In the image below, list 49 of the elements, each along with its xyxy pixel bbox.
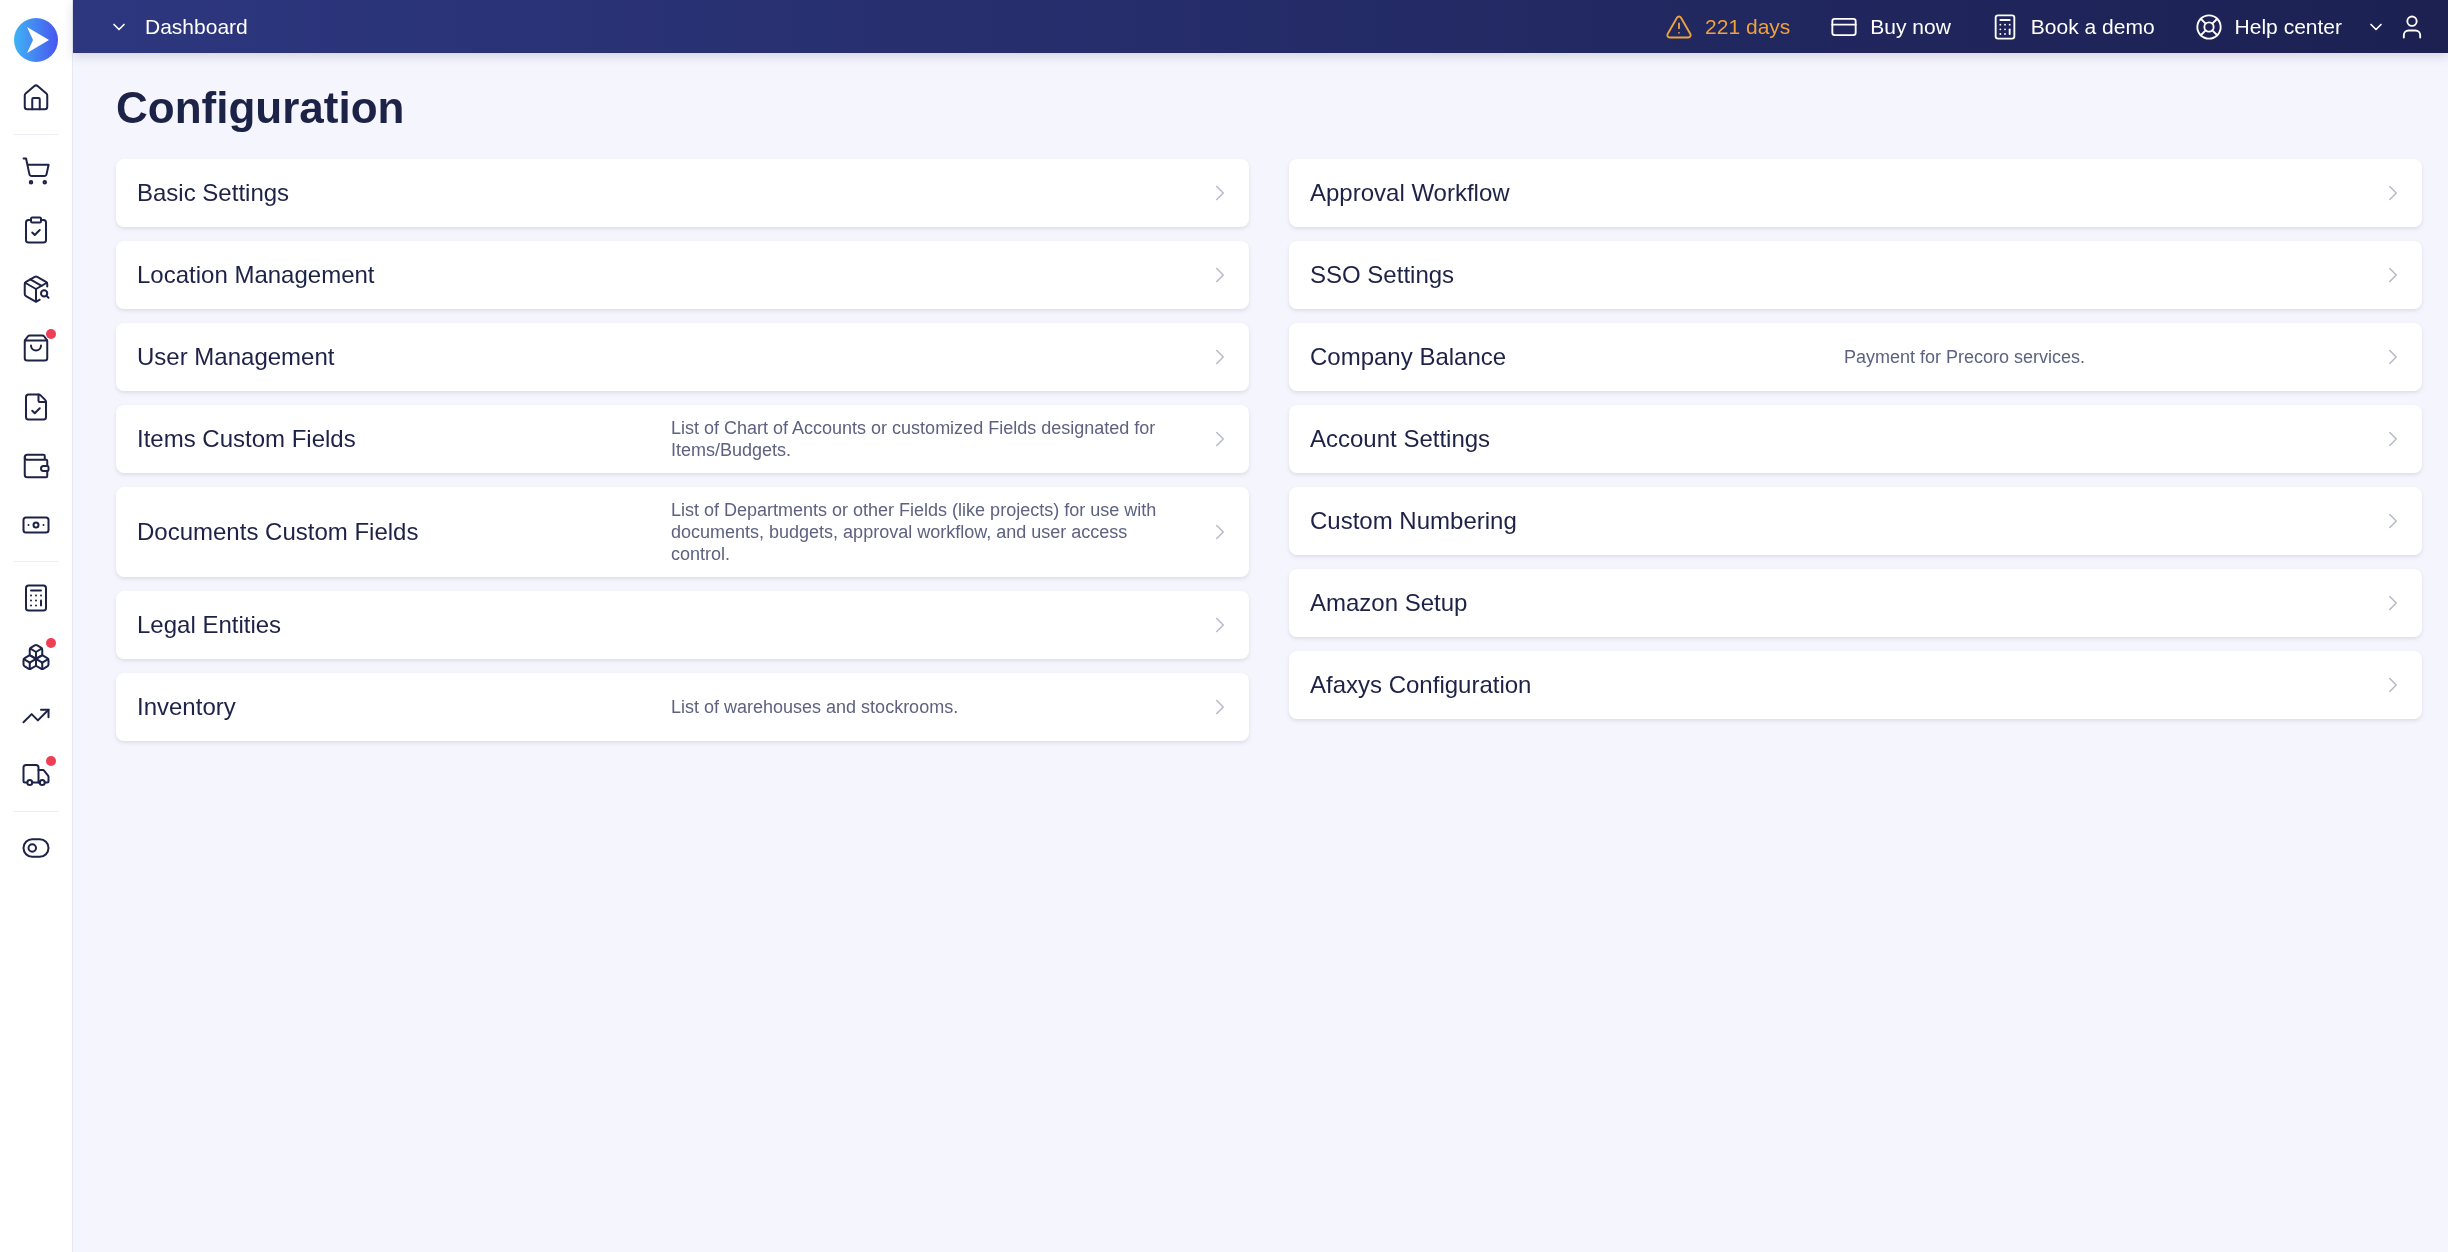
settings-card[interactable]: Legal Entities [116,591,1249,659]
settings-card[interactable]: Account Settings [1289,405,2422,473]
cart-icon [21,156,51,186]
card-title: Location Management [137,261,376,289]
page-title: Configuration [116,83,406,133]
settings-card[interactable]: Company Balance Payment for Precoro services. [1289,323,2422,391]
card-title: Amazon Setup [1310,589,1469,617]
card-title: Approval Workflow [1310,179,1511,207]
boxes-icon [21,642,51,672]
card-title: Afaxys Configuration [1310,671,1533,699]
top-bar-link[interactable]: Help center [2194,12,2342,41]
settings-card[interactable]: Basic Settings [116,159,1249,227]
bag-icon [21,333,51,363]
card-description: List of warehouses and stockrooms. [671,696,960,718]
settings-card[interactable]: Afaxys Configuration [1289,651,2422,719]
card-title: Items Custom Fields [137,425,357,453]
home-icon [21,83,51,113]
top-bar-link[interactable]: Book a demo [1990,12,2155,41]
settings-card[interactable]: Location Management [116,241,1249,309]
notification-dot [46,638,56,648]
settings-card[interactable]: Custom Numbering [1289,487,2422,555]
settings-card[interactable]: Items Custom Fields List of Chart of Accounts or customized Fields designated for Items/Budgets. [116,405,1249,473]
card-description: List of Departments or other Fields (like projects) for use with documents, budgets, approval workflow, and user access control. [671,499,1158,565]
card-description: Payment for Precoro services. [1844,346,2087,368]
card-title: Legal Entities [137,611,283,639]
card-title: Inventory [137,693,237,721]
card-description: List of Chart of Accounts or customized Fields designated for Items/Budgets. [671,417,1157,461]
card-title: Documents Custom Fields [137,518,420,546]
card-title: Account Settings [1310,425,1492,453]
lifebuoy-icon [2194,12,2223,41]
settings-card[interactable]: User Management [116,323,1249,391]
card-title: Custom Numbering [1310,507,1518,535]
settings-card[interactable]: Approval Workflow [1289,159,2422,227]
settings-card[interactable]: SSO Settings [1289,241,2422,309]
package-search-icon [21,274,51,304]
logo[interactable] [14,18,58,62]
top-bar-link[interactable]: Buy now [1830,12,1951,41]
card-title: Basic Settings [137,179,291,207]
notification-dot [46,756,56,766]
card-title: SSO Settings [1310,261,1456,289]
wallet-icon [21,451,51,481]
settings-card[interactable]: Documents Custom Fields List of Departments or other Fields (like projects) for use with documents, budgets, approval workflow, and user access control. [116,487,1249,577]
settings-card[interactable]: Inventory List of warehouses and stockrooms. [116,673,1249,741]
card-title: Company Balance [1310,343,1508,371]
settings-card[interactable]: Amazon Setup [1289,569,2422,637]
card-title: User Management [137,343,336,371]
notification-dot [46,329,56,339]
trial-days-link[interactable]: 221 days [1665,12,1791,41]
dashboard-dropdown[interactable]: Dashboard [109,14,248,39]
